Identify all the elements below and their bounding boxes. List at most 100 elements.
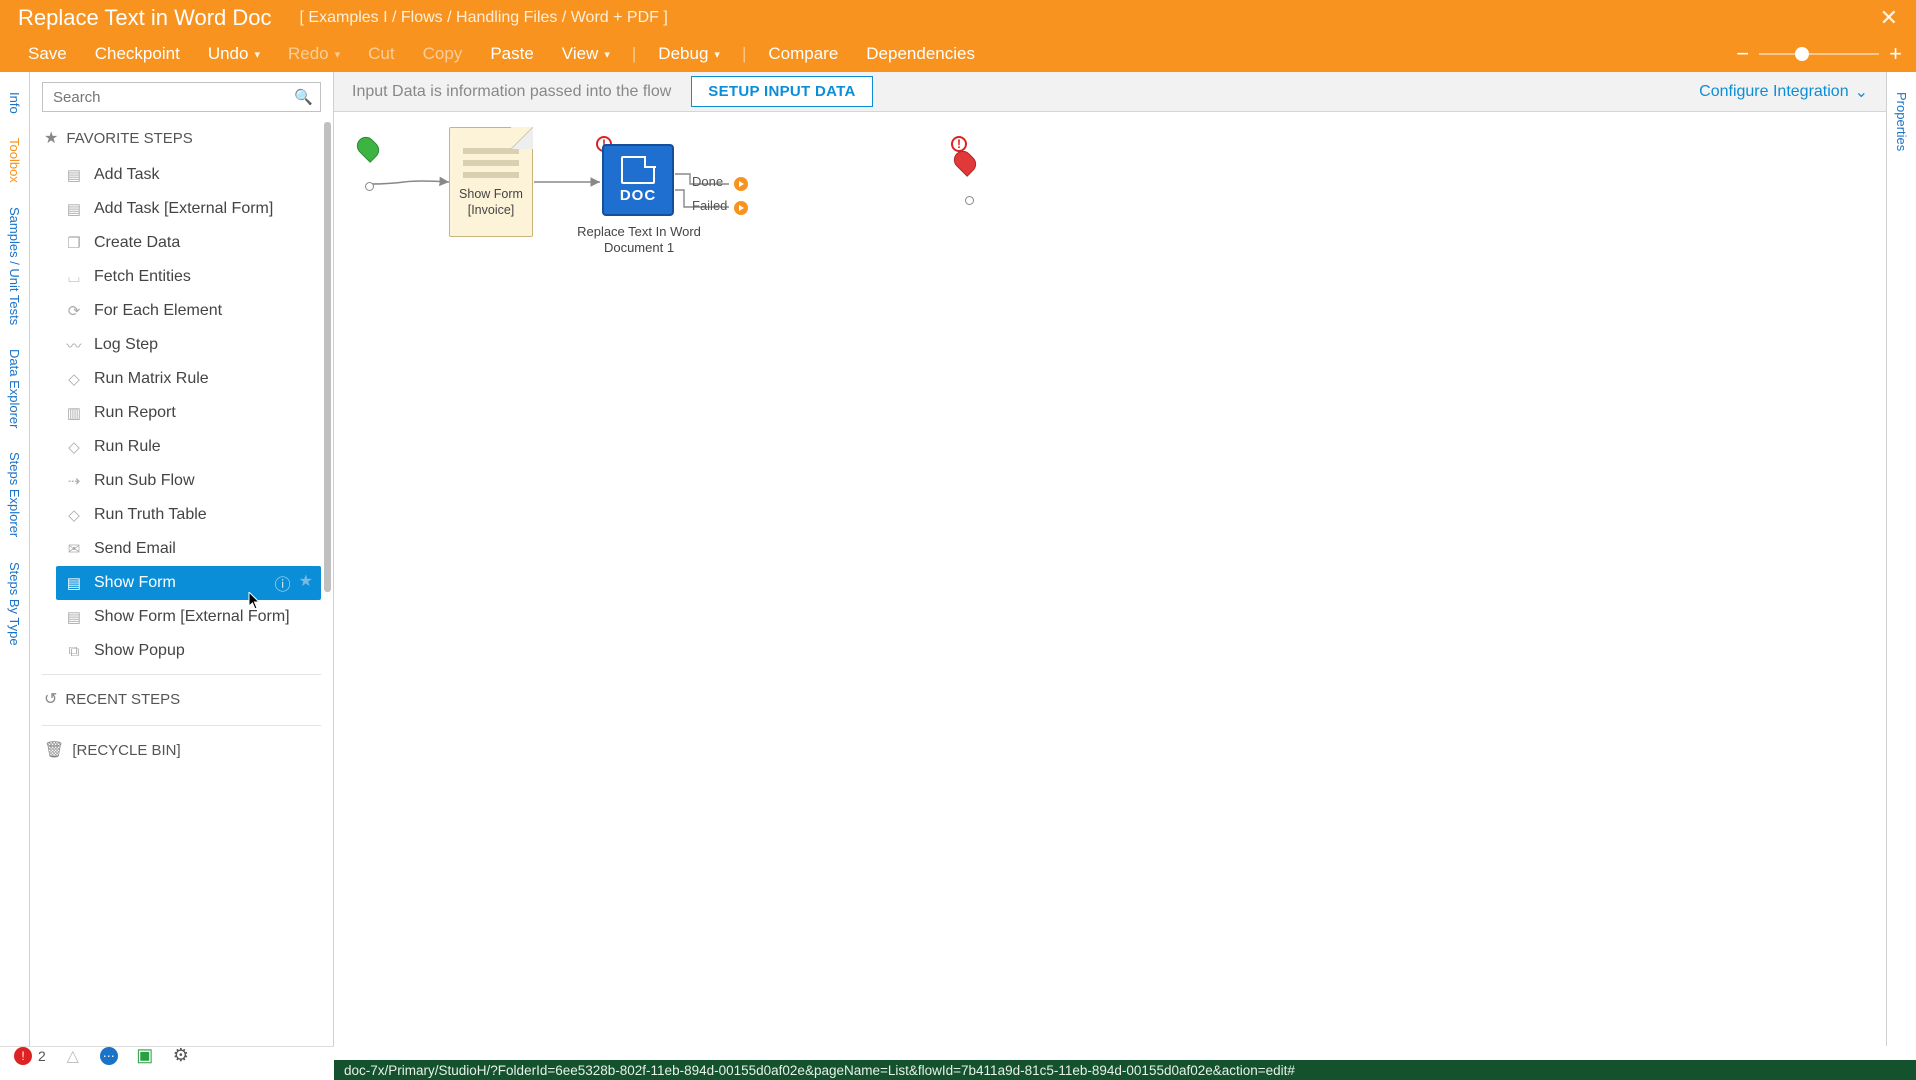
step-icon: ◇: [64, 369, 84, 389]
step-icon: ⟳: [64, 301, 84, 321]
zoom-out-button[interactable]: −: [1736, 41, 1749, 67]
port-failed-label: Failed: [692, 198, 727, 213]
replace-text-node-label: Replace Text In Word Document 1: [572, 224, 706, 257]
section-recent[interactable]: ↺ RECENT STEPS: [42, 674, 321, 719]
info-bar: Input Data is information passed into th…: [334, 72, 1886, 112]
window-title: Replace Text in Word Doc: [18, 5, 272, 31]
step-icon: ⧉: [64, 641, 84, 661]
step-item[interactable]: ◇Run Rule: [56, 430, 321, 464]
step-label: Run Rule: [94, 438, 161, 456]
step-item[interactable]: ▤ Add Task: [56, 158, 321, 192]
menu-checkpoint[interactable]: Checkpoint: [81, 38, 194, 70]
toolbox-scroll[interactable]: ★ FAVORITE STEPS ▤ Add Task ▤ Add Task [Ext…: [30, 120, 333, 1046]
right-rail: Properties: [1886, 72, 1916, 1046]
info-icon[interactable]: ⋯: [100, 1047, 118, 1065]
step-item[interactable]: ❐Create Data: [56, 226, 321, 260]
save-status-icon[interactable]: ▣: [136, 1047, 154, 1065]
info-icon[interactable]: ⓘ: [275, 571, 291, 595]
step-item[interactable]: ◇ Run Matrix Rule: [56, 362, 321, 396]
history-icon: ↺: [44, 689, 57, 709]
error-count[interactable]: 2: [38, 1048, 46, 1064]
step-icon: ▥: [64, 403, 84, 423]
port-done[interactable]: [734, 177, 748, 191]
start-node[interactable]: [359, 136, 379, 184]
step-label: Run Truth Table: [94, 506, 207, 524]
step-icon: ⌴: [64, 267, 84, 287]
step-label: Send Email: [94, 540, 176, 558]
step-icon: 〰: [64, 335, 84, 355]
menu-view[interactable]: View ▾: [548, 38, 624, 70]
menu-dependencies[interactable]: Dependencies: [852, 38, 989, 70]
zoom-in-button[interactable]: +: [1889, 41, 1902, 67]
chevron-down-icon: ▾: [714, 48, 720, 61]
step-label: Add Task [External Form]: [94, 200, 273, 218]
step-label: For Each Element: [94, 302, 222, 320]
step-item[interactable]: ▤ Show Form [External Form]: [56, 600, 321, 634]
menu-cut[interactable]: Cut: [354, 38, 408, 70]
menu-debug[interactable]: Debug ▾: [644, 38, 734, 70]
menu-copy[interactable]: Copy: [409, 38, 477, 70]
menu-paste[interactable]: Paste: [476, 38, 547, 70]
step-item[interactable]: ⌴Fetch Entities: [56, 260, 321, 294]
step-icon: ▤: [64, 607, 84, 627]
section-recycle[interactable]: 🗑 [RECYCLE BIN]: [42, 725, 321, 770]
trash-icon: 🗑: [44, 740, 64, 760]
section-favorite[interactable]: ★ FAVORITE STEPS: [42, 120, 321, 158]
zoom-slider[interactable]: [1759, 53, 1879, 55]
tab-toolbox[interactable]: Toolbox: [3, 126, 26, 195]
tab-steps-explorer[interactable]: Steps Explorer: [3, 440, 26, 549]
step-label: Run Report: [94, 404, 176, 422]
step-label: Log Step: [94, 336, 158, 354]
status-bar: ! 2 △ ⋯ ▣ ⚙ doc-7x/Primary/StudioH/?Fold…: [0, 1046, 1916, 1080]
flow-canvas[interactable]: Show Form [Invoice] ! DOC Replace Text I…: [334, 112, 1886, 1046]
step-label: Add Task: [94, 166, 160, 184]
step-item[interactable]: ⟳ For Each Element: [56, 294, 321, 328]
canvas-area: Input Data is information passed into th…: [334, 72, 1886, 1046]
step-icon: ▤: [64, 165, 84, 185]
error-count-icon[interactable]: !: [14, 1047, 32, 1065]
tab-data-explorer[interactable]: Data Explorer: [3, 337, 26, 440]
step-item[interactable]: ⇢Run Sub Flow: [56, 464, 321, 498]
menu-compare[interactable]: Compare: [754, 38, 852, 70]
warning-icon[interactable]: △: [64, 1047, 82, 1065]
end-node[interactable]: [956, 136, 982, 205]
zoom-knob[interactable]: [1795, 47, 1809, 61]
tab-info[interactable]: Info: [3, 80, 26, 126]
step-item[interactable]: ▤ Add Task [External Form]: [56, 192, 321, 226]
toolbox-panel: 🔍 ★ FAVORITE STEPS ▤Add Task▤Add Task [E…: [30, 72, 334, 1046]
show-form-node[interactable]: Show Form [Invoice]: [449, 127, 533, 237]
tab-steps-by-type[interactable]: Steps By Type: [3, 550, 26, 658]
step-item[interactable]: ◇Run Truth Table: [56, 498, 321, 532]
breadcrumb: [ Examples I / Flows / Handling Files / …: [300, 9, 668, 27]
search-input[interactable]: [42, 82, 321, 112]
step-icon: ❐: [64, 233, 84, 253]
step-item[interactable]: ▥ Run Report: [56, 396, 321, 430]
menu-save[interactable]: Save: [14, 38, 81, 70]
replace-text-node[interactable]: DOC: [602, 144, 674, 216]
separator: |: [624, 44, 644, 64]
step-icon: ▤: [64, 199, 84, 219]
info-text: Input Data is information passed into th…: [352, 83, 671, 101]
menu-bar: Save Checkpoint Undo ▾ Redo ▾ Cut Copy P…: [0, 36, 1916, 72]
step-item[interactable]: ▤Show Formⓘ★: [56, 566, 321, 600]
step-item[interactable]: 〰 Log Step: [56, 328, 321, 362]
step-item[interactable]: ⧉Show Popup: [56, 634, 321, 668]
step-item[interactable]: ✉Send Email: [56, 532, 321, 566]
configure-integration-link[interactable]: Configure Integration ⌄: [1699, 82, 1868, 102]
step-label: Show Form [External Form]: [94, 608, 290, 626]
menu-undo[interactable]: Undo ▾: [194, 38, 274, 70]
settings-icon[interactable]: ⚙: [172, 1047, 190, 1065]
step-label: Run Matrix Rule: [94, 370, 209, 388]
star-icon[interactable]: ★: [299, 571, 313, 595]
port-failed[interactable]: [734, 201, 748, 215]
step-icon: ▤: [64, 573, 84, 593]
title-bar: Replace Text in Word Doc [ Examples I / …: [0, 0, 1916, 36]
step-label: Run Sub Flow: [94, 472, 195, 490]
setup-input-data-button[interactable]: SETUP INPUT DATA: [691, 76, 872, 107]
tab-properties[interactable]: Properties: [1890, 80, 1913, 163]
separator: |: [734, 44, 754, 64]
chevron-down-icon: ▾: [335, 48, 341, 61]
close-button[interactable]: ✕: [1880, 5, 1898, 31]
tab-samples[interactable]: Samples / Unit Tests: [3, 195, 26, 337]
menu-redo[interactable]: Redo ▾: [274, 38, 354, 70]
